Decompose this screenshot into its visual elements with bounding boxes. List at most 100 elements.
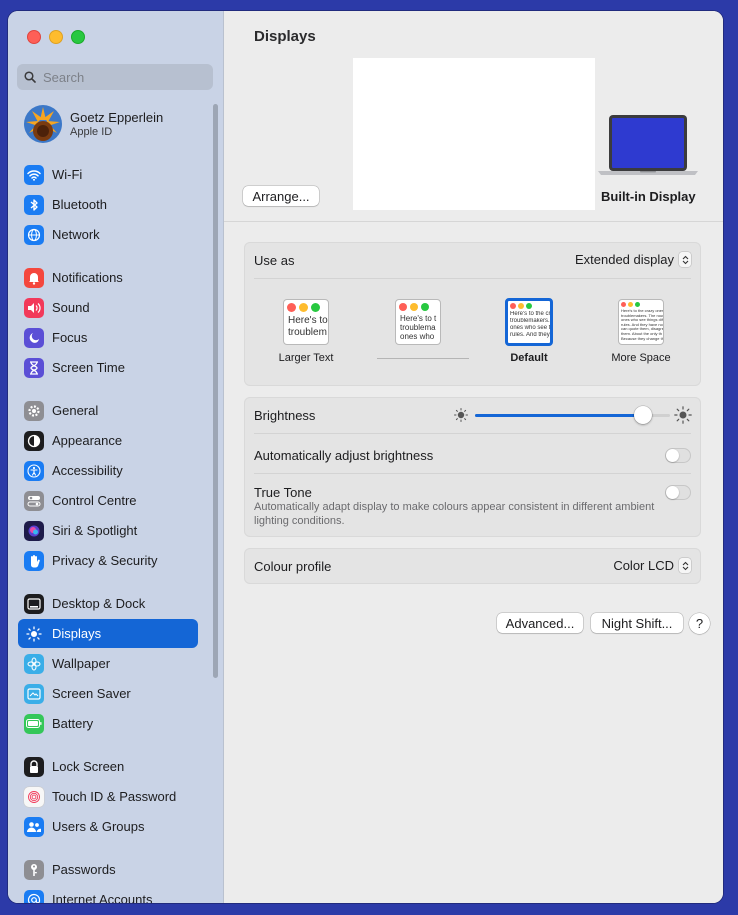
divider [254,433,691,434]
use-as-label: Use as [254,253,295,268]
sidebar-scrollbar[interactable] [213,104,218,678]
hand-icon [24,550,44,571]
resolution-option-2[interactable]: Here's to t troublema ones who [395,299,441,345]
sidebar-item-internet-accounts[interactable]: Internet Accounts [18,885,198,903]
zoom-button[interactable] [71,30,85,44]
page-title: Displays [254,28,316,45]
accessibility-icon [24,460,44,481]
resolution-label: Larger Text [278,352,334,364]
preview-line: Here's to [288,315,328,326]
sidebar-item-wifi[interactable]: Wi-Fi [18,160,198,189]
sidebar-item-network[interactable]: Network [18,220,198,249]
chevron-updown-icon [679,558,691,573]
sidebar-item-focus[interactable]: Focus [18,323,198,352]
sidebar-item-siri-spotlight[interactable]: Siri & Spotlight [18,516,198,545]
sidebar-item-privacy-security[interactable]: Privacy & Security [18,546,198,575]
profile-name: Goetz Epperlein [70,110,164,125]
resolution-label: More Space [611,352,671,364]
apple-id-profile[interactable]: Goetz Epperlein Apple ID [24,105,163,143]
globe-icon [24,224,44,245]
colour-profile-label: Colour profile [254,559,332,574]
brightness-icon [24,624,44,644]
brightness-slider-fill [475,414,643,417]
sidebar-item-sound[interactable]: Sound [18,293,198,322]
sidebar-item-displays[interactable]: Displays [18,619,198,648]
sidebar-item-general[interactable]: General [18,396,198,425]
sidebar-item-passwords[interactable]: Passwords [18,855,198,884]
laptop-icon[interactable] [598,114,698,181]
sidebar-item-users-groups[interactable]: Users & Groups [18,812,198,841]
appearance-icon [24,430,44,451]
sidebar-item-touch-id[interactable]: Touch ID & Password [18,782,198,811]
true-tone-toggle[interactable] [665,485,691,500]
preview-line: Here's to the cr [510,311,550,317]
true-tone-label: True Tone [254,485,312,500]
sidebar-item-lock-screen[interactable]: Lock Screen [18,752,198,781]
external-display-preview[interactable] [353,58,595,210]
sidebar-item-screen-time[interactable]: Screen Time [18,353,198,382]
use-as-group: Use as Extended display Here's to troubl… [244,242,701,386]
bluetooth-icon [24,194,44,215]
auto-brightness-toggle[interactable] [665,448,691,463]
preview-line: Here's to t [400,314,437,323]
sidebar: Goetz Epperlein Apple ID Wi-Fi Bluetooth… [8,11,224,903]
sidebar-item-label: Screen Saver [52,686,131,701]
search-field[interactable] [17,64,213,90]
brightness-high-icon [674,406,692,424]
minimize-button[interactable] [49,30,63,44]
brightness-slider[interactable] [475,406,670,424]
colour-profile-popup[interactable]: Color LCD [613,558,691,573]
sidebar-item-label: Siri & Spotlight [52,523,138,538]
resolution-divider [377,358,469,359]
sidebar-item-label: Notifications [52,270,123,285]
preview-line: troublem [288,326,327,338]
sidebar-item-label: Wi-Fi [52,167,83,182]
sidebar-item-label: Lock Screen [52,759,125,774]
sidebar-item-battery[interactable]: Battery [18,709,198,738]
sidebar-item-label: Internet Accounts [52,892,153,903]
preview-line: troublema [400,323,436,333]
sidebar-item-label: Wallpaper [52,656,111,671]
resolution-option-more-space[interactable]: Here's to the crazy ones troublemakers. … [618,299,664,345]
brightness-label: Brightness [254,408,316,423]
settings-window: Goetz Epperlein Apple ID Wi-Fi Bluetooth… [8,11,723,903]
sidebar-item-label: Focus [52,330,88,345]
sidebar-item-label: Battery [52,716,94,731]
sidebar-item-control-centre[interactable]: Control Centre [18,486,198,515]
moon-icon [24,327,44,348]
advanced-button[interactable]: Advanced... [497,613,583,633]
flower-icon [24,653,44,674]
battery-icon [24,713,44,734]
sidebar-item-screen-saver[interactable]: Screen Saver [18,679,198,708]
sidebar-item-bluetooth[interactable]: Bluetooth [18,190,198,219]
arrange-button[interactable]: Arrange... [243,186,319,206]
sidebar-item-wallpaper[interactable]: Wallpaper [18,649,198,678]
sidebar-item-label: Screen Time [52,360,125,375]
sidebar-item-label: Sound [52,300,90,315]
dock-icon [24,593,44,614]
resolution-option-default[interactable]: Here's to the cr troublemakers. ones who… [505,298,553,346]
at-icon [24,889,44,903]
divider [254,278,691,279]
avatar [24,105,62,143]
search-input[interactable] [41,68,205,86]
sidebar-item-notifications[interactable]: Notifications [18,263,198,292]
siri-icon [24,520,44,541]
sidebar-item-desktop-dock[interactable]: Desktop & Dock [18,589,198,618]
preview-line: troublemakers. [510,317,550,324]
resolution-option-larger-text[interactable]: Here's to troublem [283,299,329,345]
use-as-popup[interactable]: Extended display [575,252,691,267]
users-icon [24,816,44,837]
fingerprint-icon [24,786,44,807]
displays-pane: Displays Built-in Display Arrange... Use… [224,11,723,903]
help-button[interactable]: ? [689,613,710,634]
sidebar-item-appearance[interactable]: Appearance [18,426,198,455]
sidebar-item-accessibility[interactable]: Accessibility [18,456,198,485]
brightness-slider-knob[interactable] [633,406,652,424]
sidebar-item-label: Accessibility [52,463,123,478]
night-shift-button[interactable]: Night Shift... [591,613,683,633]
bell-icon [24,267,44,288]
sidebar-item-label: Network [52,227,100,242]
search-icon [24,71,36,83]
close-button[interactable] [27,30,41,44]
